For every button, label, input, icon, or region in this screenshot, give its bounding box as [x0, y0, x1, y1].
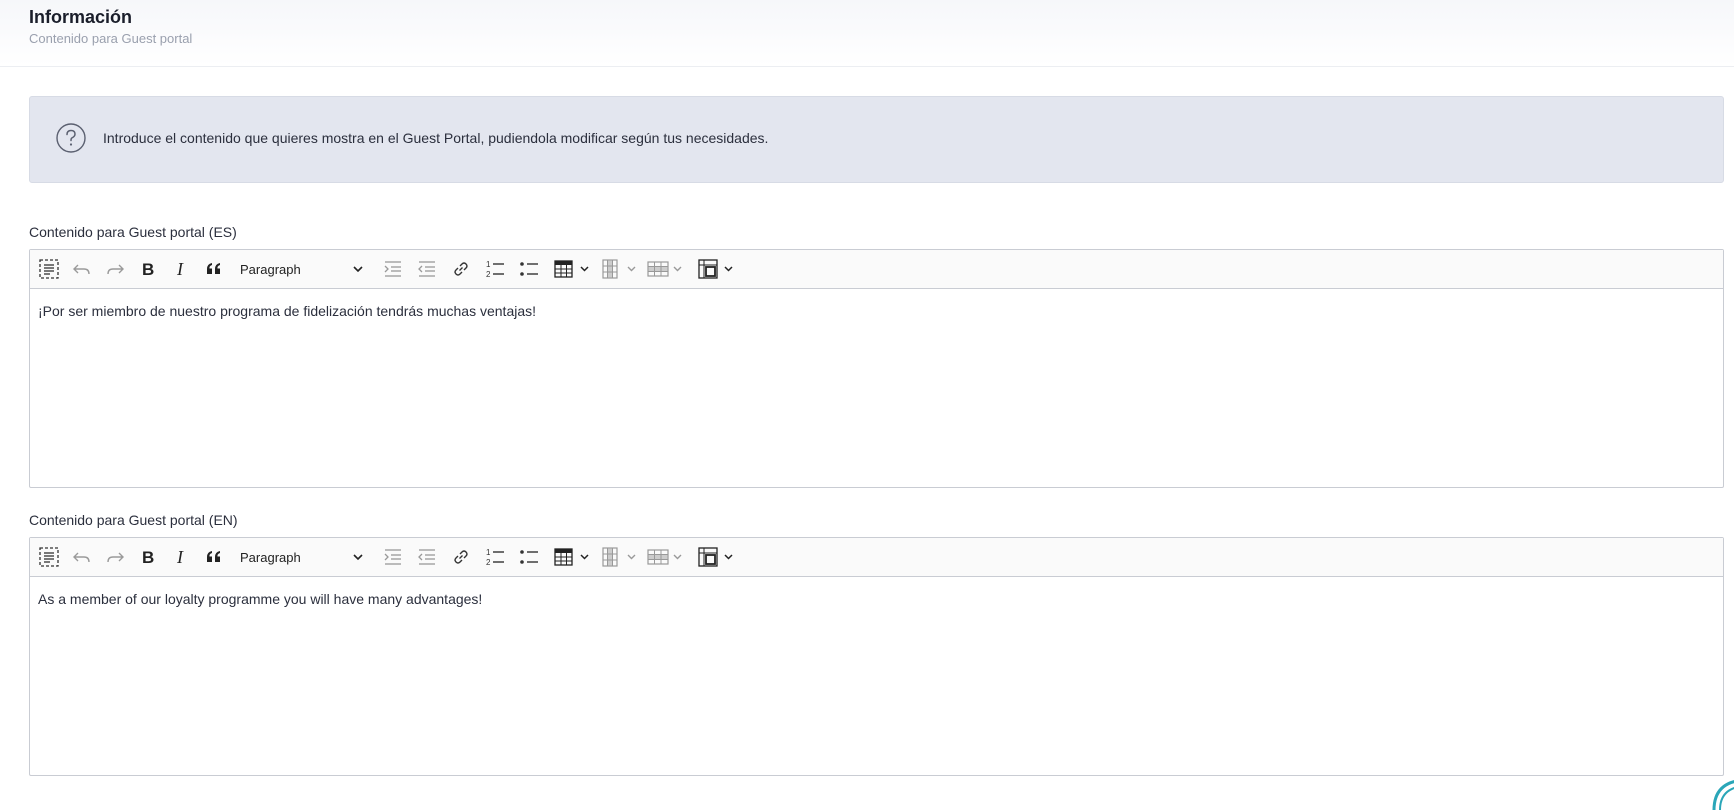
select-all-icon[interactable] [39, 547, 59, 567]
svg-text:1: 1 [486, 260, 491, 269]
indent-icon[interactable] [383, 547, 403, 567]
table-column-icon[interactable] [601, 547, 639, 567]
table-icon[interactable] [554, 547, 592, 567]
chevron-down-icon [352, 263, 364, 275]
bulleted-list-icon[interactable] [519, 259, 539, 279]
undo-icon[interactable] [72, 259, 92, 279]
svg-text:B: B [142, 548, 154, 567]
editor-content-en[interactable]: As a member of our loyalty programme you… [30, 577, 1723, 621]
block-format-value: Paragraph [240, 550, 301, 565]
banner-text: Introduce el contenido que quieres mostr… [103, 130, 768, 146]
block-format-select[interactable]: Paragraph [240, 258, 364, 280]
block-format-select[interactable]: Paragraph [240, 546, 364, 568]
blockquote-icon[interactable] [204, 547, 224, 567]
table-row-icon[interactable] [647, 259, 685, 279]
corner-widget-icon[interactable] [1710, 776, 1734, 810]
svg-text:I: I [176, 547, 184, 567]
numbered-list-icon[interactable]: 12 [485, 259, 505, 279]
editor-toolbar: B I Paragraph 12 [30, 250, 1723, 289]
merge-cells-icon[interactable] [698, 547, 736, 567]
undo-icon[interactable] [72, 547, 92, 567]
bold-icon[interactable]: B [138, 259, 158, 279]
select-all-icon[interactable] [39, 259, 59, 279]
rich-text-editor-es: B I Paragraph 12 [29, 249, 1724, 488]
merge-cells-icon[interactable] [698, 259, 736, 279]
chevron-down-icon [352, 551, 364, 563]
table-row-icon[interactable] [647, 547, 685, 567]
svg-text:I: I [176, 259, 184, 279]
help-circle-icon [56, 123, 86, 153]
rich-text-editor-en: B I Paragraph 12 [29, 537, 1724, 776]
outdent-icon[interactable] [417, 547, 437, 567]
redo-icon[interactable] [105, 547, 125, 567]
bold-icon[interactable]: B [138, 547, 158, 567]
svg-text:2: 2 [486, 270, 491, 279]
page-subtitle: Contenido para Guest portal [29, 31, 192, 46]
editor-toolbar: B I Paragraph 12 [30, 538, 1723, 577]
outdent-icon[interactable] [417, 259, 437, 279]
italic-icon[interactable]: I [171, 547, 191, 567]
italic-icon[interactable]: I [171, 259, 191, 279]
bulleted-list-icon[interactable] [519, 547, 539, 567]
page-header: Información Contenido para Guest portal [0, 0, 1734, 67]
page-title: Información [29, 7, 132, 28]
editor-content-es[interactable]: ¡Por ser miembro de nuestro programa de … [30, 289, 1723, 333]
link-icon[interactable] [451, 259, 471, 279]
info-banner: Introduce el contenido que quieres mostr… [29, 96, 1724, 183]
editor-label-es: Contenido para Guest portal (ES) [29, 224, 237, 240]
svg-text:2: 2 [486, 558, 491, 567]
table-icon[interactable] [554, 259, 592, 279]
svg-text:B: B [142, 260, 154, 279]
editor-label-en: Contenido para Guest portal (EN) [29, 512, 238, 528]
indent-icon[interactable] [383, 259, 403, 279]
blockquote-icon[interactable] [204, 259, 224, 279]
table-column-icon[interactable] [601, 259, 639, 279]
link-icon[interactable] [451, 547, 471, 567]
svg-text:1: 1 [486, 548, 491, 557]
numbered-list-icon[interactable]: 12 [485, 547, 505, 567]
block-format-value: Paragraph [240, 262, 301, 277]
redo-icon[interactable] [105, 259, 125, 279]
